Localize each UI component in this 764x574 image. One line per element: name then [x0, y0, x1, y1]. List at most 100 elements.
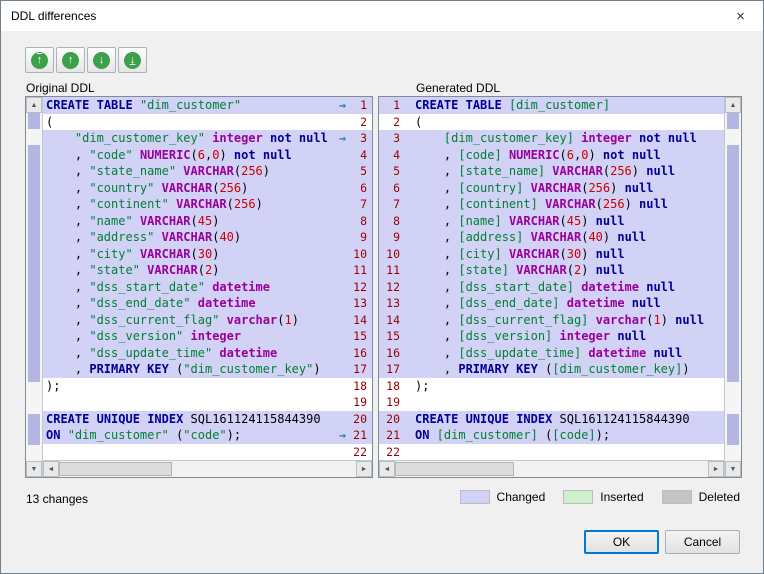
line-number-gutter: 8 — [335, 213, 372, 230]
line-number-gutter: 19 — [335, 394, 372, 411]
line-number: 6 — [350, 180, 372, 197]
line-number-gutter: 3 — [379, 130, 412, 147]
diff-overview-mark — [727, 366, 739, 382]
code-text: , [dss_end_date] datetime null — [412, 295, 724, 312]
original-horizontal-scrollbar[interactable]: ◄ ► — [43, 460, 372, 477]
line-number-gutter: 10 — [335, 246, 372, 263]
line-number: 20 — [350, 411, 372, 428]
code-text: , [city] VARCHAR(30) null — [412, 246, 724, 263]
generated-code-area[interactable]: 1CREATE TABLE [dim_customer]2(3 [dim_cus… — [379, 97, 724, 460]
scroll-up-icon[interactable]: ▲ — [26, 97, 42, 113]
next-difference-button[interactable]: ↓ — [87, 47, 116, 73]
diff-overview-mark — [727, 429, 739, 445]
scroll-left-icon[interactable]: ◄ — [43, 461, 59, 477]
line-number: 21 — [350, 427, 372, 444]
generated-vertical-scrollbar[interactable]: ▲ ▼ — [724, 97, 741, 477]
original-hscroll-thumb[interactable] — [59, 462, 172, 476]
code-text: , [dss_version] integer null — [412, 328, 724, 345]
code-line: 15 , [dss_version] integer null — [379, 328, 724, 345]
code-line: , "continent" VARCHAR(256)7 — [43, 196, 372, 213]
diff-overview-mark — [727, 113, 739, 129]
line-number: 4 — [393, 147, 405, 164]
line-number-gutter: 14 — [335, 312, 372, 329]
scroll-right-icon[interactable]: ► — [708, 461, 724, 477]
line-number-gutter: 13 — [335, 295, 372, 312]
line-number: 1 — [393, 97, 405, 114]
line-number: 5 — [393, 163, 405, 180]
line-number-gutter: 18 — [335, 378, 372, 395]
window-title: DDL differences — [11, 9, 718, 23]
legend-item-deleted: Deleted — [662, 490, 740, 504]
code-text: , "address" VARCHAR(40) — [43, 229, 335, 246]
diff-overview-mark — [28, 287, 40, 303]
line-number: 7 — [393, 196, 405, 213]
code-line: , "dss_end_date" datetime13 — [43, 295, 372, 312]
scroll-right-icon[interactable]: ► — [356, 461, 372, 477]
scroll-left-icon[interactable]: ◄ — [379, 461, 395, 477]
code-text: ( — [43, 114, 335, 131]
code-text — [43, 394, 335, 411]
legend-item-inserted: Inserted — [563, 490, 643, 504]
code-text: , "state_name" VARCHAR(256) — [43, 163, 335, 180]
code-line: 8 , [name] VARCHAR(45) null — [379, 213, 724, 230]
code-line: 22 — [43, 444, 372, 461]
code-line: 18); — [379, 378, 724, 395]
line-number: 10 — [386, 246, 405, 263]
diff-overview-mark — [28, 334, 40, 350]
original-vertical-scrollbar[interactable]: ▲ ▼ — [26, 97, 43, 477]
line-number-gutter: 11 — [379, 262, 412, 279]
legend-swatch-deleted — [662, 490, 692, 504]
code-text: , [dss_current_flag] varchar(1) null — [412, 312, 724, 329]
generated-scroll-track[interactable] — [725, 113, 741, 461]
legend-label-changed: Changed — [497, 490, 546, 504]
line-number: 14 — [350, 312, 372, 329]
line-number: 18 — [386, 378, 405, 395]
previous-difference-icon: ↑ — [62, 52, 79, 69]
legend-label-deleted: Deleted — [699, 490, 740, 504]
close-button[interactable]: × — [718, 2, 763, 31]
code-line: 1CREATE TABLE [dim_customer] — [379, 97, 724, 114]
diff-overview-mark — [727, 160, 739, 176]
line-number: 12 — [350, 279, 372, 296]
diff-overview-mark — [28, 429, 40, 445]
scroll-down-icon[interactable]: ▼ — [725, 461, 741, 477]
line-number-gutter: 7 — [379, 196, 412, 213]
ddl-differences-dialog: DDL differences × ↑ ↑ ↓ ↓ Original DDL G… — [0, 0, 764, 574]
generated-horizontal-scrollbar[interactable]: ◄ ► — [379, 460, 724, 477]
cancel-button[interactable]: Cancel — [665, 530, 740, 554]
last-difference-button[interactable]: ↓ — [118, 47, 147, 73]
line-number-gutter: 22 — [335, 444, 372, 461]
original-scroll-track[interactable] — [26, 113, 42, 461]
code-line: CREATE TABLE "dim_customer"→1 — [43, 97, 372, 114]
code-line: , "state" VARCHAR(2)11 — [43, 262, 372, 279]
code-line: , "city" VARCHAR(30)10 — [43, 246, 372, 263]
line-number: 2 — [393, 114, 405, 131]
line-number: 11 — [350, 262, 372, 279]
code-text: [dim_customer_key] integer not null — [412, 130, 724, 147]
line-number: 18 — [350, 378, 372, 395]
line-number: 11 — [386, 262, 405, 279]
line-number-gutter: 10 — [379, 246, 412, 263]
first-difference-button[interactable]: ↑ — [25, 47, 54, 73]
code-text: , "dss_version" integer — [43, 328, 335, 345]
ok-button[interactable]: OK — [584, 530, 659, 554]
line-number-gutter: 5 — [379, 163, 412, 180]
scroll-up-icon[interactable]: ▲ — [725, 97, 741, 113]
line-number-gutter: 16 — [379, 345, 412, 362]
diff-overview-mark — [28, 192, 40, 208]
code-text: , "dss_end_date" datetime — [43, 295, 335, 312]
diff-overview-mark — [28, 224, 40, 240]
generated-hscroll-thumb[interactable] — [395, 462, 514, 476]
code-text: , "name" VARCHAR(45) — [43, 213, 335, 230]
scroll-down-icon[interactable]: ▼ — [26, 461, 42, 477]
legend-item-changed: Changed — [460, 490, 546, 504]
code-text: , "dss_start_date" datetime — [43, 279, 335, 296]
line-number: 12 — [386, 279, 405, 296]
previous-difference-button[interactable]: ↑ — [56, 47, 85, 73]
code-text: , "dss_update_time" datetime — [43, 345, 335, 362]
code-text: , [dss_start_date] datetime null — [412, 279, 724, 296]
original-code-area[interactable]: CREATE TABLE "dim_customer"→1(2 "dim_cus… — [43, 97, 372, 460]
line-number: 22 — [386, 444, 405, 461]
line-number: 15 — [350, 328, 372, 345]
line-number-gutter: 9 — [335, 229, 372, 246]
